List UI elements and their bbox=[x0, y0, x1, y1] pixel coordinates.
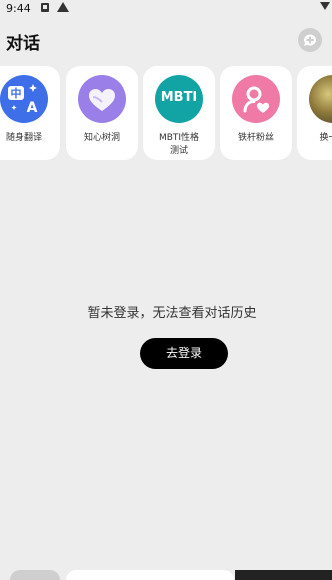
shortcut-label: 换一种 bbox=[319, 133, 332, 143]
shortcut-label: MBTI性格 测试 bbox=[143, 132, 215, 158]
shortcut-mbti[interactable]: MBTI MBTI性格 测试 bbox=[143, 66, 215, 160]
shortcut-label-line1: MBTI性格 bbox=[158, 133, 200, 143]
status-bar: 9:44 bbox=[0, 0, 332, 18]
add-chat-icon bbox=[304, 34, 316, 46]
fan-icon bbox=[232, 75, 280, 123]
status-time: 9:44 bbox=[6, 2, 31, 15]
bottom-input-area[interactable] bbox=[66, 570, 234, 580]
avatar-icon bbox=[309, 75, 332, 123]
svg-text:A: A bbox=[27, 100, 38, 116]
shortcut-avatar[interactable]: 换一种 bbox=[297, 66, 332, 160]
new-chat-button[interactable] bbox=[298, 28, 322, 52]
bottom-tab-left[interactable] bbox=[10, 570, 60, 580]
page-title: 对话 bbox=[6, 34, 40, 54]
bottom-tab-right[interactable] bbox=[235, 570, 332, 580]
shortcut-label: 铁杆粉丝 bbox=[237, 133, 274, 143]
shortcut-carousel[interactable]: 中 A 随身翻译 知心树洞 MBTI MBTI性格 测试 铁杆粉丝 换 bbox=[0, 66, 332, 160]
heart-icon bbox=[78, 75, 126, 123]
shortcut-label-line2: 测试 bbox=[169, 146, 188, 156]
shortcut-tree-hole[interactable]: 知心树洞 bbox=[66, 66, 138, 160]
empty-state-message: 暂未登录，无法查看对话历史 bbox=[87, 306, 257, 321]
shortcut-label: 知心树洞 bbox=[83, 133, 120, 143]
translate-icon: 中 A bbox=[0, 75, 48, 123]
shortcut-fan[interactable]: 铁杆粉丝 bbox=[220, 66, 292, 160]
bottom-bar bbox=[0, 566, 332, 580]
login-button[interactable]: 去登录 bbox=[140, 338, 228, 369]
mbti-icon-text: MBTI bbox=[160, 90, 198, 105]
svg-text:中: 中 bbox=[11, 86, 22, 100]
shortcut-label: 随身翻译 bbox=[5, 133, 42, 143]
shortcut-translate[interactable]: 中 A 随身翻译 bbox=[0, 66, 60, 160]
notification-icon bbox=[41, 3, 49, 12]
signal-icon bbox=[320, 2, 330, 10]
mbti-icon: MBTI bbox=[155, 75, 203, 123]
warning-icon bbox=[57, 2, 69, 12]
